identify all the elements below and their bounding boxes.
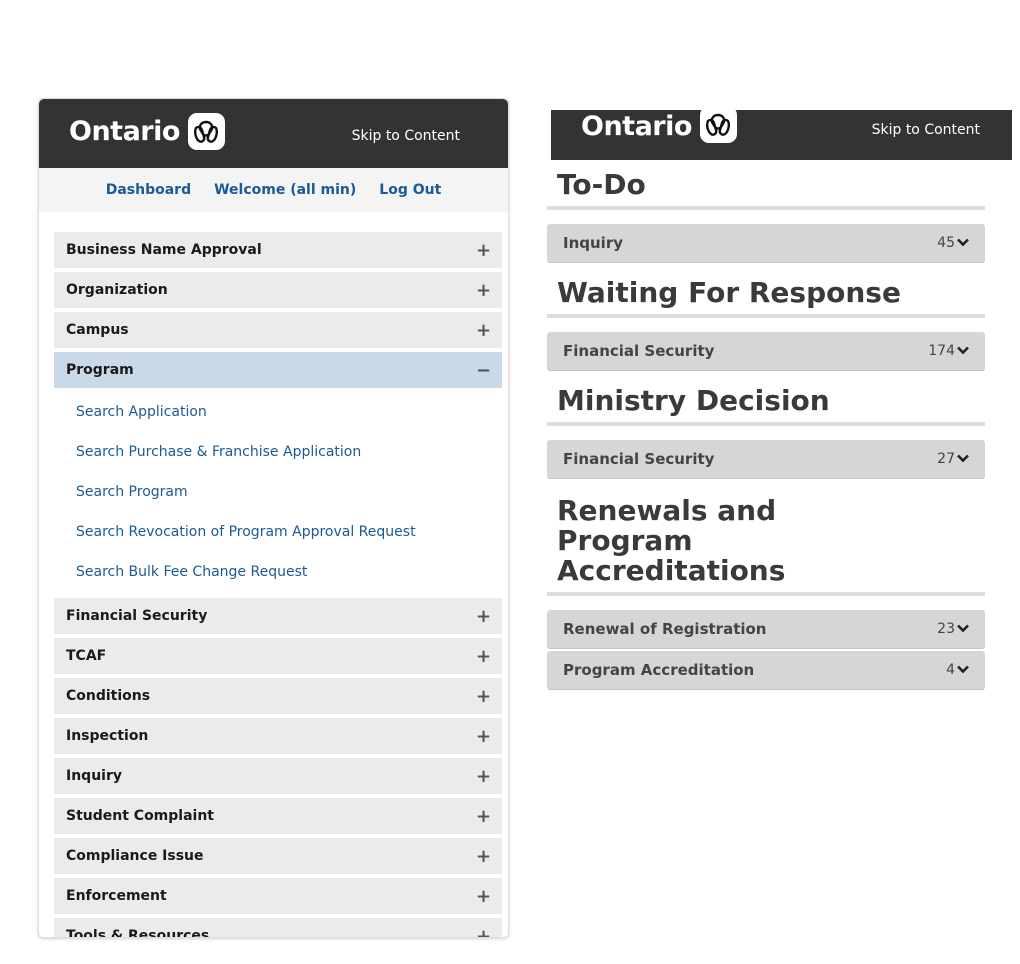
expand-plus-icon[interactable]: + xyxy=(476,806,491,827)
dashboard-row-financial-security-waiting[interactable]: Financial Security 174 xyxy=(547,332,985,370)
section-divider xyxy=(547,592,985,596)
welcome-user-link[interactable]: Welcome (all min) xyxy=(214,182,356,198)
submenu-link-search-revocation[interactable]: Search Revocation of Program Approval Re… xyxy=(54,514,502,554)
dashboard-row-financial-security-decision[interactable]: Financial Security 27 xyxy=(547,440,985,478)
row-count: 4 xyxy=(946,662,955,678)
menu-item-label: Financial Security xyxy=(66,608,208,624)
menu-item-tools-resources[interactable]: Tools & Resources + xyxy=(54,918,502,938)
row-meta: 4 xyxy=(946,662,969,678)
dashboard-row-program-accreditation[interactable]: Program Accreditation 4 xyxy=(547,651,985,689)
chevron-down-icon[interactable] xyxy=(957,236,969,250)
section-title-ministry-decision: Ministry Decision xyxy=(557,384,830,417)
submenu-link-search-program[interactable]: Search Program xyxy=(54,474,502,514)
expand-plus-icon[interactable]: + xyxy=(476,606,491,627)
submenu-link-search-bulk-fee[interactable]: Search Bulk Fee Change Request xyxy=(54,554,502,594)
section-title-renewals: Renewals and Program Accreditations xyxy=(557,494,786,587)
expand-plus-icon[interactable]: + xyxy=(476,646,491,667)
section-title-to-do: To-Do xyxy=(557,168,646,201)
expand-plus-icon[interactable]: + xyxy=(476,686,491,707)
menu-item-label: Inquiry xyxy=(66,768,122,784)
menu-item-student-complaint[interactable]: Student Complaint + xyxy=(54,798,502,834)
site-header-dashboard: Ontario Skip to Content xyxy=(551,106,1012,160)
dashboard-link[interactable]: Dashboard xyxy=(106,182,191,198)
section-divider xyxy=(547,206,985,210)
ontario-logo[interactable]: Ontario xyxy=(69,113,225,150)
submenu-link-search-purchase-franchise[interactable]: Search Purchase & Franchise Application xyxy=(54,434,502,474)
chevron-down-icon[interactable] xyxy=(957,452,969,466)
skip-to-content-link[interactable]: Skip to Content xyxy=(872,122,980,138)
utility-nav: Dashboard Welcome (all min) Log Out xyxy=(39,168,508,212)
menu-item-label: Tools & Resources xyxy=(66,928,210,938)
log-out-link[interactable]: Log Out xyxy=(379,182,441,198)
row-meta: 27 xyxy=(937,451,969,467)
menu-item-label: Student Complaint xyxy=(66,808,214,824)
row-meta: 174 xyxy=(928,343,969,359)
section-divider xyxy=(547,422,985,426)
menu-item-label: Compliance Issue xyxy=(66,848,204,864)
expand-plus-icon[interactable]: + xyxy=(476,240,491,261)
row-count: 27 xyxy=(937,451,955,467)
menu-item-label: TCAF xyxy=(66,648,107,664)
chevron-down-icon[interactable] xyxy=(957,663,969,677)
row-label: Financial Security xyxy=(563,450,715,468)
skip-to-content-link[interactable]: Skip to Content xyxy=(352,128,460,144)
expand-plus-icon[interactable]: + xyxy=(476,320,491,341)
dashboard-summary: To-Do Inquiry 45 Waiting For Response Fi… xyxy=(547,170,985,692)
row-meta: 45 xyxy=(937,235,969,251)
expand-plus-icon[interactable]: + xyxy=(476,766,491,787)
program-submenu: Search Application Search Purchase & Fra… xyxy=(54,392,502,598)
menu-item-organization[interactable]: Organization + xyxy=(54,272,502,308)
menu-item-inquiry[interactable]: Inquiry + xyxy=(54,758,502,794)
trillium-icon xyxy=(699,106,737,143)
menu-item-label: Conditions xyxy=(66,688,151,704)
menu-item-conditions[interactable]: Conditions + xyxy=(54,678,502,714)
section-title-waiting-for-response: Waiting For Response xyxy=(557,276,901,309)
menu-item-enforcement[interactable]: Enforcement + xyxy=(54,878,502,914)
ontario-logo[interactable]: Ontario xyxy=(581,106,737,143)
row-label: Renewal of Registration xyxy=(563,620,767,638)
row-count: 174 xyxy=(928,343,955,359)
trillium-icon xyxy=(187,113,225,150)
row-label: Inquiry xyxy=(563,234,623,252)
menu-item-compliance-issue[interactable]: Compliance Issue + xyxy=(54,838,502,874)
expand-plus-icon[interactable]: + xyxy=(476,926,491,938)
brand-wordmark: Ontario xyxy=(581,111,692,142)
main-menu: Business Name Approval + Organization + … xyxy=(54,232,502,938)
row-label: Program Accreditation xyxy=(563,661,755,679)
chevron-down-icon[interactable] xyxy=(957,344,969,358)
submenu-link-search-application[interactable]: Search Application xyxy=(54,394,502,434)
menu-item-label: Organization xyxy=(66,282,168,298)
menu-item-inspection[interactable]: Inspection + xyxy=(54,718,502,754)
expand-plus-icon[interactable]: + xyxy=(476,886,491,907)
brand-wordmark: Ontario xyxy=(69,116,180,147)
dashboard-row-inquiry[interactable]: Inquiry 45 xyxy=(547,224,985,262)
expand-plus-icon[interactable]: + xyxy=(476,846,491,867)
menu-item-label: Campus xyxy=(66,322,129,338)
mobile-menu-panel: Ontario Skip to Content Dashboard Welcom… xyxy=(38,98,509,938)
menu-item-financial-security[interactable]: Financial Security + xyxy=(54,598,502,634)
chevron-down-icon[interactable] xyxy=(957,622,969,636)
menu-item-business-name-approval[interactable]: Business Name Approval + xyxy=(54,232,502,268)
dashboard-row-renewal-of-registration[interactable]: Renewal of Registration 23 xyxy=(547,610,985,648)
expand-plus-icon[interactable]: + xyxy=(476,726,491,747)
menu-item-campus[interactable]: Campus + xyxy=(54,312,502,348)
menu-item-label: Inspection xyxy=(66,728,149,744)
menu-item-program[interactable]: Program − xyxy=(54,352,502,388)
expand-plus-icon[interactable]: + xyxy=(476,280,491,301)
collapse-minus-icon[interactable]: − xyxy=(476,360,491,381)
section-divider xyxy=(547,314,985,318)
menu-item-label: Enforcement xyxy=(66,888,167,904)
site-header: Ontario Skip to Content xyxy=(39,99,508,168)
menu-item-label: Program xyxy=(66,362,134,378)
row-meta: 23 xyxy=(937,621,969,637)
row-count: 45 xyxy=(937,235,955,251)
menu-item-label: Business Name Approval xyxy=(66,242,262,258)
row-count: 23 xyxy=(937,621,955,637)
menu-item-tcaf[interactable]: TCAF + xyxy=(54,638,502,674)
row-label: Financial Security xyxy=(563,342,715,360)
